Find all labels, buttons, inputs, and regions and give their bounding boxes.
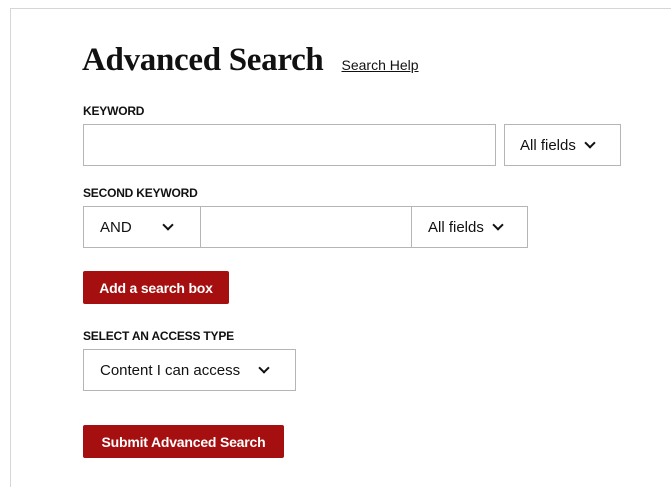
chevron-down-icon	[492, 219, 504, 231]
keyword-input[interactable]	[83, 124, 496, 166]
chevron-down-icon	[162, 219, 174, 231]
second-keyword-input[interactable]	[200, 206, 412, 248]
keyword-field-select-value: All fields	[520, 136, 576, 154]
submit-advanced-search-button[interactable]: Submit Advanced Search	[83, 425, 284, 458]
keyword-label: KEYWORD	[83, 104, 145, 118]
operator-select-value: AND	[100, 218, 132, 236]
add-search-box-button[interactable]: Add a search box	[83, 271, 229, 304]
access-type-select-value: Content I can access	[100, 361, 241, 379]
search-help-link[interactable]: Search Help	[342, 57, 419, 73]
operator-select[interactable]: AND	[83, 206, 201, 248]
second-keyword-field-select[interactable]: All fields	[411, 206, 528, 248]
keyword-field-select[interactable]: All fields	[504, 124, 621, 166]
page-title: Advanced Search	[82, 42, 324, 78]
second-keyword-field-select-value: All fields	[428, 218, 484, 236]
chevron-down-icon	[584, 137, 596, 149]
title-row: Advanced Search Search Help	[82, 42, 419, 79]
second-keyword-label: SECOND KEYWORD	[83, 186, 198, 200]
chevron-down-icon	[258, 362, 270, 374]
access-type-select[interactable]: Content I can access	[83, 349, 296, 391]
access-type-label: SELECT AN ACCESS TYPE	[83, 329, 234, 343]
